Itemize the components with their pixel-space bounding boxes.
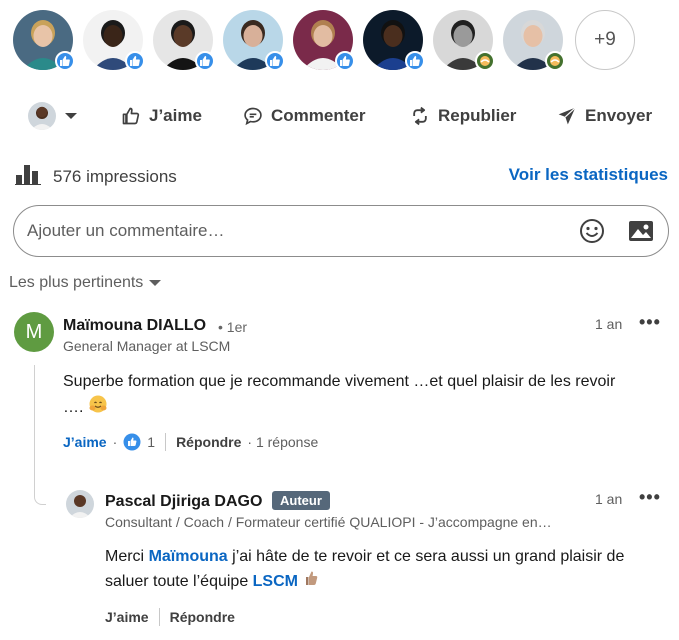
- comment-actions: J’aime · 1 Répondre · 1 réponse: [63, 433, 319, 451]
- reactor-avatar[interactable]: [433, 10, 495, 71]
- comment-icon: [243, 106, 263, 126]
- like-reaction-icon: [55, 51, 75, 71]
- like-reaction-icon: [335, 51, 355, 71]
- hugging-face-icon: [88, 394, 108, 422]
- actor-switch-button[interactable]: [28, 96, 78, 136]
- reply-text-start: Merci: [105, 548, 149, 565]
- chevron-down-icon: [64, 111, 78, 121]
- comment-text: Superbe formation que je recommande vive…: [63, 369, 673, 422]
- image-icon[interactable]: [628, 218, 654, 249]
- commenter-avatar[interactable]: M: [14, 312, 54, 352]
- comment-reply-button[interactable]: Répondre: [176, 434, 241, 450]
- comment-like-count[interactable]: 1: [147, 434, 155, 450]
- reply-reply-button[interactable]: Répondre: [170, 609, 235, 625]
- support-reaction-icon: [475, 51, 495, 71]
- mention-maimouna[interactable]: Maïmouna: [149, 548, 228, 565]
- like-reaction-icon: [265, 51, 285, 71]
- like-reaction-icon: [195, 51, 215, 71]
- reply-author-name[interactable]: Pascal Djiriga DAGO: [105, 493, 262, 511]
- comment-text-line1: Superbe formation que je recommande vive…: [63, 373, 616, 390]
- emoji-icon[interactable]: [579, 218, 605, 249]
- thumbs-up-icon: [121, 106, 141, 126]
- actor-avatar: [28, 102, 56, 130]
- like-reaction-icon: [405, 51, 425, 71]
- bar-chart-icon: [15, 163, 41, 190]
- reactor-avatar[interactable]: [13, 10, 75, 71]
- author-badge: Auteur: [272, 491, 330, 510]
- reply-text: Merci Maïmouna j’ai hâte de te revoir et…: [105, 544, 675, 595]
- reply-like-button[interactable]: J’aime: [105, 609, 149, 625]
- comment-text-line2: ….: [63, 399, 84, 417]
- reactor-avatar[interactable]: [503, 10, 565, 71]
- comment-button[interactable]: Commenter: [243, 96, 365, 136]
- comment-like-button[interactable]: J’aime: [63, 434, 107, 450]
- impressions-count: 576 impressions: [53, 166, 177, 186]
- reply-headline: Consultant / Coach / Formateur certifié …: [105, 514, 552, 530]
- commenter-headline: General Manager at LSCM: [63, 338, 231, 354]
- sort-dropdown[interactable]: Les plus pertinents: [9, 274, 162, 292]
- reply-time: 1 an: [595, 491, 623, 507]
- repost-button[interactable]: Republier: [410, 96, 516, 136]
- comment-time: 1 an: [595, 316, 623, 332]
- reactor-avatar[interactable]: [363, 10, 425, 71]
- comment-box: [13, 205, 669, 257]
- reactor-avatar[interactable]: [223, 10, 285, 71]
- impressions-row[interactable]: 576 impressions: [15, 163, 177, 190]
- support-reaction-icon: [545, 51, 565, 71]
- like-button[interactable]: J’aime: [121, 96, 202, 136]
- reactors-row: +9: [13, 10, 653, 71]
- like-label: J’aime: [149, 106, 202, 125]
- repost-icon: [410, 106, 430, 126]
- comment-input[interactable]: [27, 218, 567, 244]
- reply-text-middle: j’ai hâte de te revoir et ce sera aussi …: [227, 548, 625, 565]
- reply-text-line2: saluer toute l’équipe: [105, 573, 253, 591]
- sort-label: Les plus pertinents: [9, 274, 144, 291]
- reactor-avatar[interactable]: [153, 10, 215, 71]
- view-statistics-link[interactable]: Voir les statistiques: [509, 165, 668, 185]
- like-reaction-icon: [123, 433, 141, 451]
- comment-label: Commenter: [271, 106, 366, 125]
- reply-actions: J’aime Répondre: [105, 608, 235, 626]
- reply-avatar[interactable]: [66, 490, 94, 518]
- send-button[interactable]: Envoyer: [557, 96, 652, 136]
- reply-count[interactable]: · 1 réponse: [247, 434, 318, 450]
- reactor-avatar[interactable]: [83, 10, 145, 71]
- send-label: Envoyer: [585, 106, 653, 125]
- mention-lscm[interactable]: LSCM: [253, 573, 298, 590]
- more-reactors-button[interactable]: +9: [575, 10, 635, 70]
- like-reaction-icon: [125, 51, 145, 71]
- reactor-avatar[interactable]: [293, 10, 355, 71]
- thumbs-up-emoji-icon: [302, 569, 320, 595]
- send-icon: [557, 106, 577, 126]
- reply-more-options-icon[interactable]: •••: [639, 487, 661, 508]
- more-options-icon[interactable]: •••: [639, 312, 661, 333]
- thread-line: [34, 365, 46, 505]
- commenter-name[interactable]: Maïmouna DIALLO: [63, 317, 206, 335]
- repost-label: Republier: [438, 106, 517, 125]
- action-bar: J’aime Commenter Republier Envoyer: [0, 96, 679, 136]
- connection-degree: • 1er: [218, 319, 248, 335]
- caret-down-icon: [149, 274, 162, 292]
